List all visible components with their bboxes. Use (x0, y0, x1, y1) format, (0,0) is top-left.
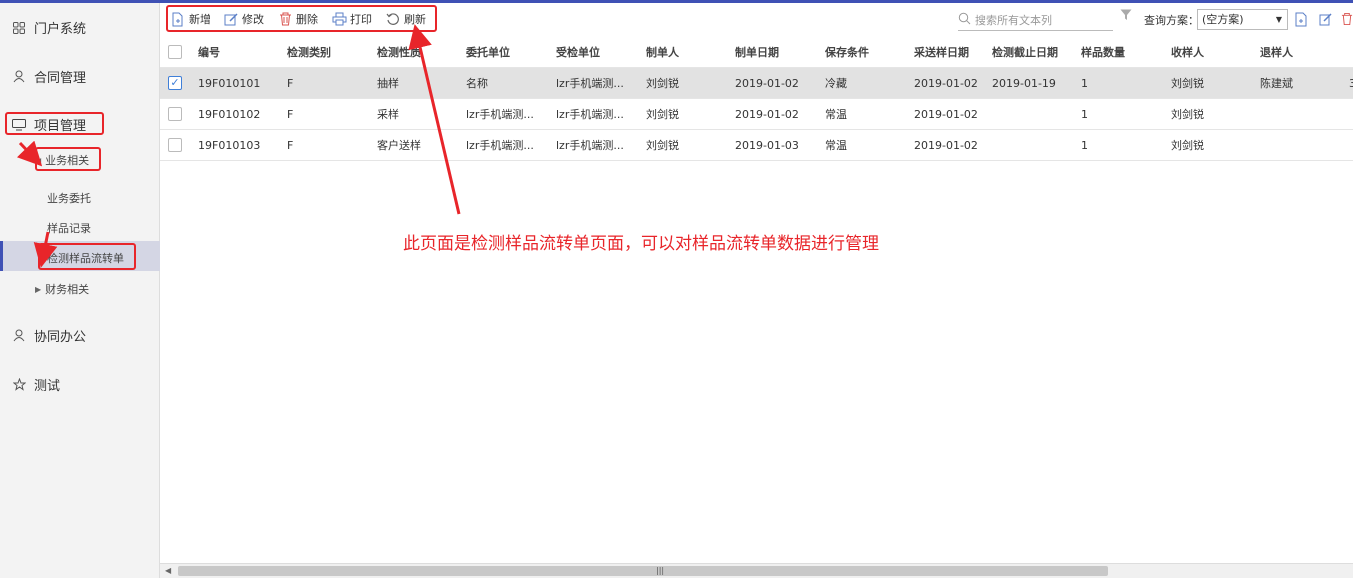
annotation-text: 此页面是检测样品流转单页面，可以对样品流转单数据进行管理 (403, 234, 879, 254)
app-root: 门户系统 合同管理 项目管理 ◢ 业务相关 业务委托 样品记录 检测样品流转单 … (0, 0, 1353, 578)
arrow-to-business (16, 140, 43, 167)
annotation-arrows (16, 24, 461, 268)
arrow-to-toolbar (408, 24, 461, 215)
arrow-to-sample-transfer (33, 231, 58, 268)
